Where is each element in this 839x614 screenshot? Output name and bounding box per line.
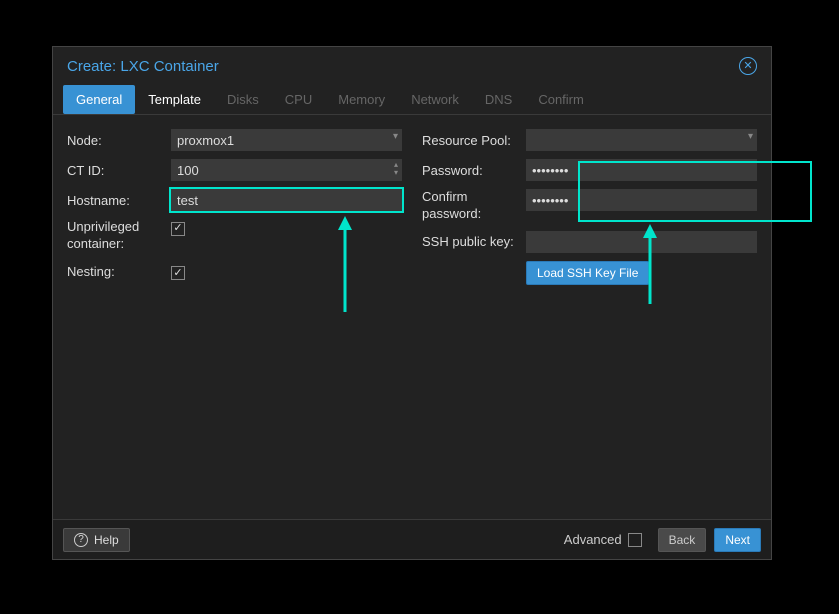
dialog-title: Create: LXC Container [67,58,219,75]
node-select[interactable] [171,129,402,151]
hostname-input[interactable] [171,189,402,211]
password-input[interactable] [526,159,757,181]
tab-bar: GeneralTemplateDisksCPUMemoryNetworkDNSC… [53,85,771,115]
ctid-input[interactable] [171,159,402,181]
tab-general[interactable]: General [63,85,135,114]
advanced-checkbox[interactable] [628,533,642,547]
help-icon [74,533,88,547]
tab-confirm: Confirm [525,85,597,114]
back-button[interactable]: Back [658,528,707,552]
help-button[interactable]: Help [63,528,130,552]
help-label: Help [94,533,119,547]
nesting-checkbox[interactable] [171,266,185,280]
load-ssh-key-button[interactable]: Load SSH Key File [526,261,649,285]
tab-cpu: CPU [272,85,325,114]
ctid-label: CT ID: [67,163,171,178]
resource-pool-select[interactable] [526,129,757,151]
nesting-label: Nesting: [67,264,171,279]
tab-template[interactable]: Template [135,85,214,114]
tab-memory: Memory [325,85,398,114]
create-lxc-dialog: Create: LXC Container GeneralTemplateDis… [52,46,772,560]
close-icon[interactable] [739,57,757,75]
tab-dns: DNS [472,85,525,114]
tab-disks: Disks [214,85,272,114]
unprivileged-label: Unprivileged container: [67,219,171,253]
confirm-password-input[interactable] [526,189,757,211]
unprivileged-checkbox[interactable] [171,222,185,236]
confirm-password-label: Confirm password: [422,189,526,223]
ssh-key-input[interactable] [526,231,757,253]
node-label: Node: [67,133,171,148]
password-label: Password: [422,163,526,178]
next-button[interactable]: Next [714,528,761,552]
ssh-key-label: SSH public key: [422,234,526,249]
resource-pool-label: Resource Pool: [422,133,526,148]
tab-network: Network [398,85,472,114]
hostname-label: Hostname: [67,193,171,208]
advanced-label: Advanced [564,532,622,547]
